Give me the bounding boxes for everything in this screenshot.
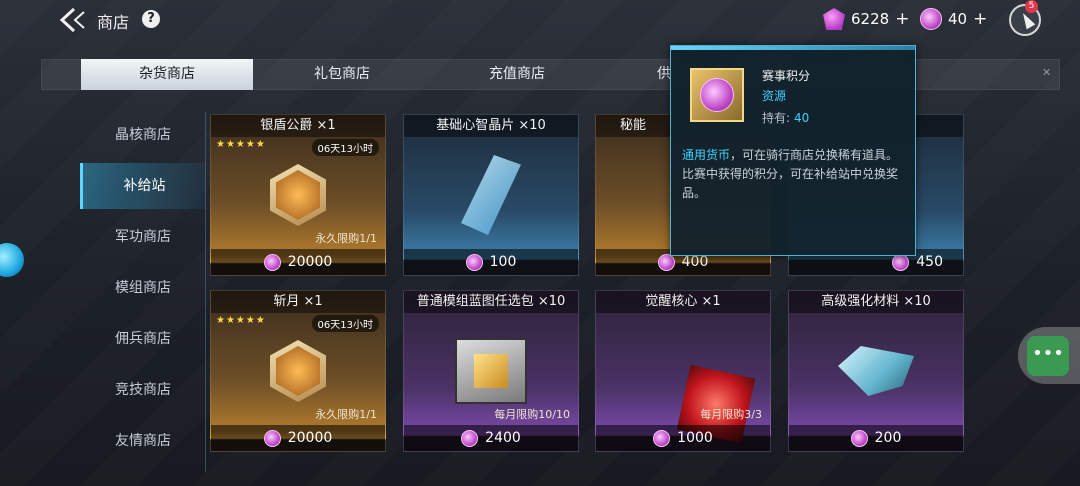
gem-icon [823,8,845,30]
character-badge-icon [270,164,326,226]
purchase-limit: 每月限购10/10 [494,408,570,421]
module-box-icon [455,338,527,404]
shop-item-card[interactable]: 斩月 ×1 ★★★★★ 06天13小时 永久限购1/1 20000 [210,290,386,452]
shop-item-card[interactable]: 觉醒核心 ×1 每月限购3/3 1000 [595,290,771,452]
tooltip-owned-value: 40 [794,111,810,125]
tooltip-owned: 持有: 40 [762,111,810,125]
item-price: 400 [681,254,709,270]
tab-gift-shop[interactable]: 礼包商店 [256,59,428,90]
rarity-stars: ★★★★★ [216,139,266,150]
sidebar-item-module-shop[interactable]: 模组商店 [80,265,206,311]
item-price: 1000 [677,430,713,446]
item-tooltip: 赛事积分 资源 持有: 40 通用货币，可在骑行商店兑换稀有道具。比赛中获得的积分… [670,45,916,256]
chat-button[interactable]: ••• [1018,327,1080,384]
chip-crystal-icon [461,155,521,235]
purchase-limit: 每月限购3/3 [700,408,762,421]
back-arrow-icon[interactable] [58,7,88,33]
sidebar-item-mercenary-shop[interactable]: 佣兵商店 [80,316,206,362]
item-price: 450 [916,254,943,270]
gem-amount: 6228 [851,10,890,28]
item-name: 觉醒核心 ×1 [596,291,770,313]
chat-icon: ••• [1027,336,1069,376]
race-coin-icon [461,429,479,447]
race-coin-icon [465,253,483,271]
sidebar-item-merit-shop[interactable]: 军功商店 [80,214,206,260]
price-bar: 100 [404,249,578,275]
price-bar: 1000 [596,425,770,451]
sidebar-item-crystal-shop[interactable]: 晶核商店 [80,112,206,158]
tooltip-item-type: 资源 [762,89,787,103]
item-price: 2400 [485,430,521,446]
shop-item-card[interactable]: 基础心智晶片 ×10 100 [403,114,579,276]
rarity-stars: ★★★★★ [216,315,266,326]
item-timer: 06天13小时 [311,315,379,332]
sidebar-item-friendship-shop[interactable]: 友情商店 [80,418,206,464]
sidebar-divider [205,112,206,472]
item-name: 银盾公爵 ×1 [211,115,385,137]
shop-item-card[interactable]: 高级强化材料 ×10 200 [788,290,964,452]
tooltip-item-name: 赛事积分 [762,69,811,83]
race-coin-icon [263,253,281,271]
race-coin-icon [920,8,942,30]
item-price: 20000 [287,430,333,446]
race-coin-currency[interactable]: 40 + [920,5,987,33]
item-timer: 06天13小时 [311,139,379,156]
item-name: 基础心智晶片 ×10 [404,115,578,137]
race-coin-icon [263,429,281,447]
tooltip-description: 通用货币，可在骑行商店兑换稀有道具。比赛中获得的积分，可在补给站中兑换奖品。 [682,148,899,200]
tooltip-accent-bar [671,46,915,50]
race-coin-amount: 40 [948,10,968,28]
item-price: 100 [489,254,517,270]
price-bar: 2400 [404,425,578,451]
price-bar: 200 [789,425,963,451]
enhance-material-icon [838,346,914,396]
race-coin-icon [892,253,910,271]
floating-assistant-icon[interactable] [0,243,24,277]
character-badge-icon [270,340,326,402]
close-icon[interactable]: ✕ [1042,66,1051,79]
price-bar: 20000 [211,249,385,275]
sidebar-item-supply-station[interactable]: 补给站 [80,163,206,209]
race-coin-icon [850,429,868,447]
item-name: 高级强化材料 ×10 [789,291,963,313]
add-race-coin-button[interactable]: + [973,9,987,29]
price-bar: 20000 [211,425,385,451]
race-coin-icon [653,429,671,447]
page-title: 商店 [97,13,130,32]
add-gem-button[interactable]: + [895,9,909,29]
gem-currency[interactable]: 6228 + [823,5,909,33]
shop-item-card[interactable]: 普通模组蓝图任选包 ×10 每月限购10/10 2400 [403,290,579,452]
race-coin-icon [690,68,744,122]
race-coin-icon [657,253,675,271]
item-name: 普通模组蓝图任选包 ×10 [404,291,578,313]
purchase-limit: 永久限购1/1 [315,408,377,421]
notification-badge: 5 [1025,0,1038,13]
sidebar-item-arena-shop[interactable]: 竞技商店 [80,367,206,413]
purchase-limit: 永久限购1/1 [315,232,377,245]
help-icon[interactable]: ? [142,10,160,28]
item-price: 200 [874,430,902,446]
item-price: 20000 [287,254,333,270]
item-name: 斩月 ×1 [211,291,385,313]
shop-item-card[interactable]: 银盾公爵 ×1 ★★★★★ 06天13小时 永久限购1/1 20000 [210,114,386,276]
tab-grocery-shop[interactable]: 杂货商店 [81,59,253,90]
